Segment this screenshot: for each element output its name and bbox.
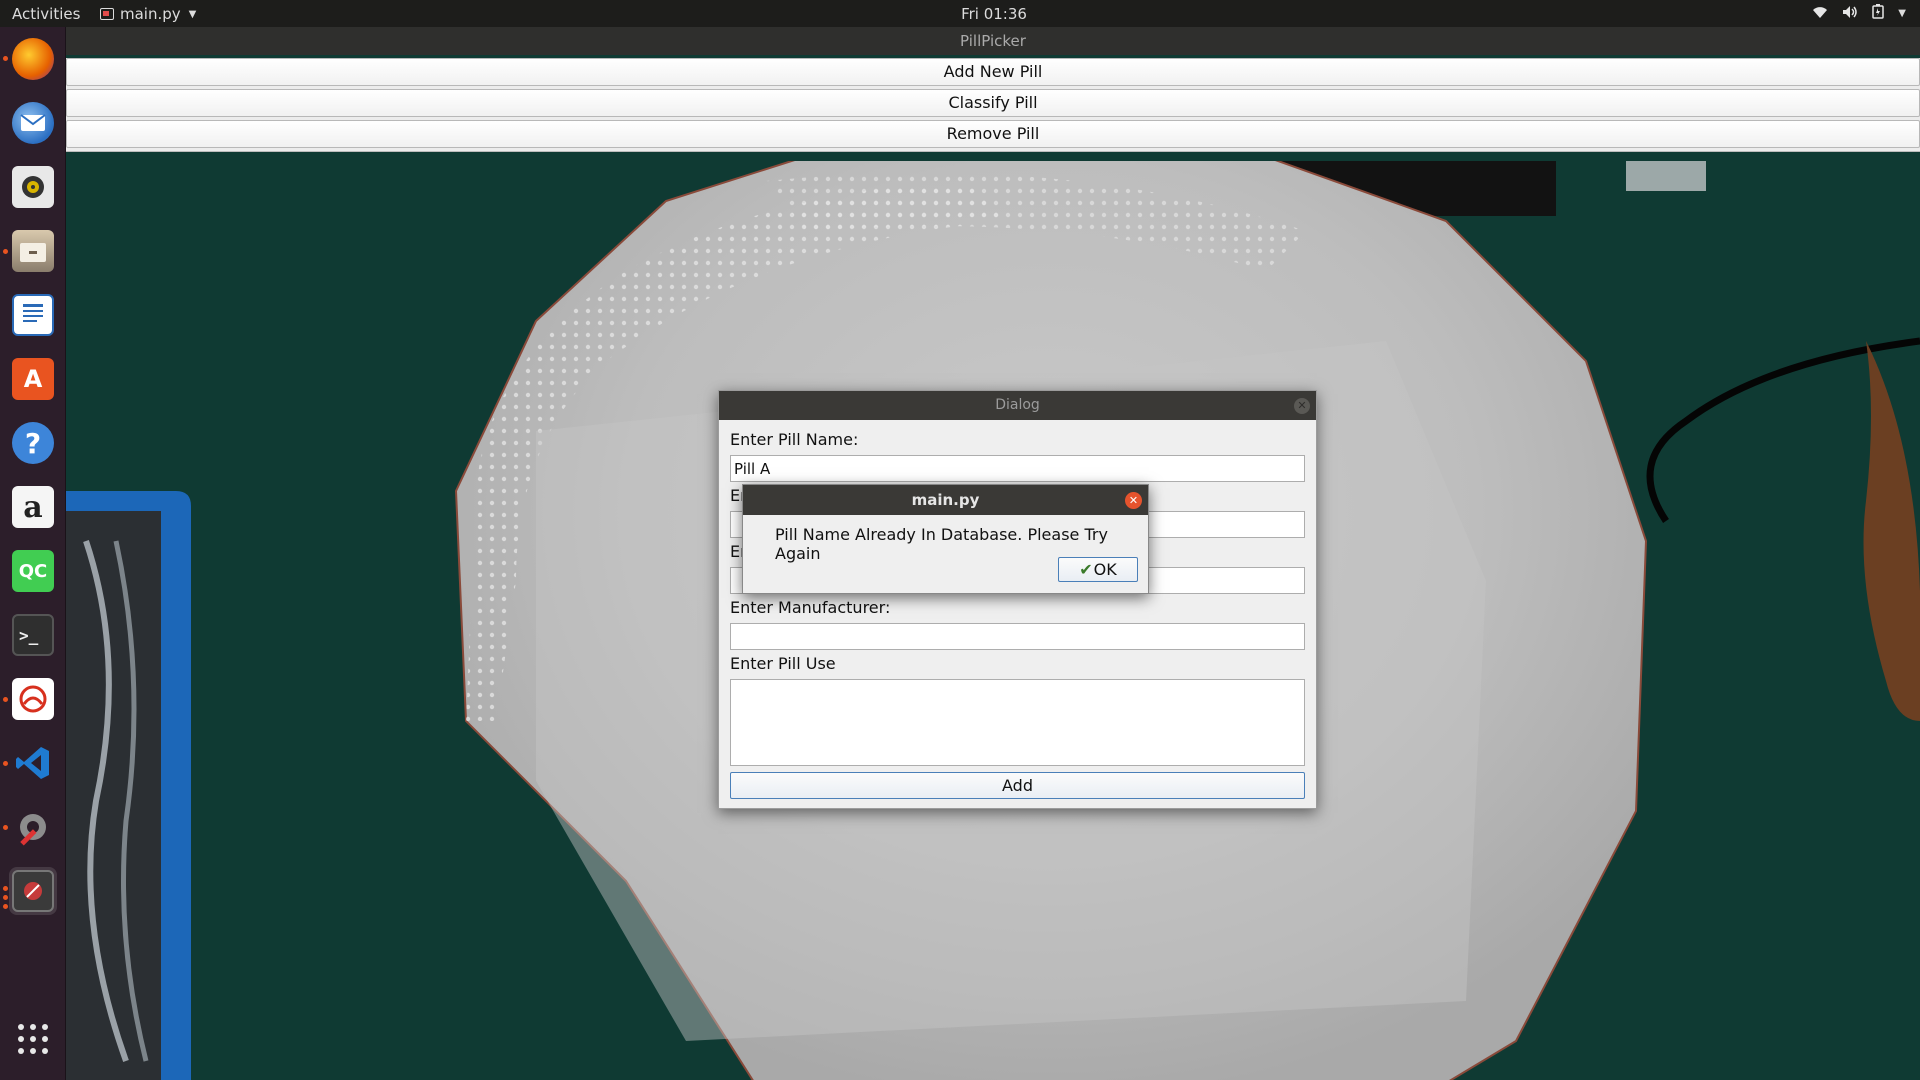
window-title: PillPicker xyxy=(66,27,1920,55)
running-indicator xyxy=(3,904,8,909)
wifi-icon xyxy=(1812,5,1828,23)
running-indicator xyxy=(3,825,8,830)
files-icon xyxy=(12,230,54,272)
dock-item-firefox[interactable] xyxy=(9,35,57,83)
amazon-icon: a xyxy=(12,486,54,528)
message-box-title-bar: main.py ✕ xyxy=(743,485,1148,515)
document-viewer-icon xyxy=(12,678,54,720)
running-indicator xyxy=(3,56,8,61)
activities-button[interactable]: Activities xyxy=(12,5,80,23)
clock[interactable]: Fri 01:36 xyxy=(0,5,1920,23)
add-pill-dialog: Dialog ✕ Enter Pill Name: En En Enter Ma… xyxy=(718,390,1317,809)
dock: A ? a QC >_ xyxy=(0,27,66,1080)
manufacturer-field[interactable] xyxy=(730,623,1305,650)
close-icon[interactable]: ✕ xyxy=(1125,492,1142,509)
remove-pill-button[interactable]: Remove Pill xyxy=(66,120,1920,148)
pill-name-label: Enter Pill Name: xyxy=(730,430,859,449)
running-indicator xyxy=(3,249,8,254)
dock-item-vscode[interactable] xyxy=(9,739,57,787)
dock-item-help[interactable]: ? xyxy=(9,419,57,467)
app-window-icon xyxy=(100,8,114,20)
manufacturer-label: Enter Manufacturer: xyxy=(730,598,891,617)
app-window-icon xyxy=(12,870,54,912)
dock-item-amazon[interactable]: a xyxy=(9,483,57,531)
message-box-title: main.py xyxy=(911,491,980,509)
writer-icon xyxy=(12,294,54,336)
mail-icon xyxy=(12,102,54,144)
ok-button[interactable]: ✔OK xyxy=(1058,557,1138,582)
classify-pill-button[interactable]: Classify Pill xyxy=(66,89,1920,117)
vscode-icon xyxy=(12,742,54,784)
dock-item-rhythmbox[interactable] xyxy=(9,163,57,211)
show-applications-icon xyxy=(18,1024,48,1054)
dialog-title-bar: Dialog ✕ xyxy=(719,391,1316,420)
volume-icon xyxy=(1842,5,1858,23)
action-buttons: Add New Pill Classify Pill Remove Pill xyxy=(66,58,1920,152)
running-indicator xyxy=(3,886,8,891)
firefox-icon xyxy=(12,38,54,80)
app-menu-label: main.py xyxy=(120,5,181,23)
running-indicator xyxy=(3,761,8,766)
dialog-title: Dialog xyxy=(995,397,1040,413)
pill-name-field[interactable] xyxy=(730,455,1305,482)
chevron-down-icon: ▼ xyxy=(188,8,197,20)
help-icon: ? xyxy=(12,422,54,464)
ok-button-label: OK xyxy=(1093,560,1117,579)
pill-use-label: Enter Pill Use xyxy=(730,654,836,673)
chevron-down-icon: ▼ xyxy=(1898,8,1906,19)
dock-item-settings[interactable] xyxy=(9,803,57,851)
add-button[interactable]: Add xyxy=(730,772,1305,799)
dock-item-qtcreator[interactable]: QC xyxy=(9,547,57,595)
terminal-icon: >_ xyxy=(12,614,54,656)
speaker-icon xyxy=(12,166,54,208)
add-new-pill-button[interactable]: Add New Pill xyxy=(66,58,1920,86)
running-indicator xyxy=(3,697,8,702)
dock-item-ubuntu-software[interactable]: A xyxy=(9,355,57,403)
dock-item-thunderbird[interactable] xyxy=(9,99,57,147)
dock-item-terminal[interactable]: >_ xyxy=(9,611,57,659)
top-bar: Activities main.py ▼ Fri 01:36 ▼ xyxy=(0,0,1920,27)
software-center-icon: A xyxy=(12,358,54,400)
dock-item-files[interactable] xyxy=(9,227,57,275)
checkmark-icon: ✔ xyxy=(1079,560,1093,579)
dock-item-libreoffice-writer[interactable] xyxy=(9,291,57,339)
app-menu[interactable]: main.py ▼ xyxy=(100,5,196,23)
close-icon[interactable]: ✕ xyxy=(1294,398,1310,414)
dock-item-main-py-window[interactable] xyxy=(9,867,57,915)
battery-icon xyxy=(1872,4,1885,23)
error-message-box: main.py ✕ Pill Name Already In Database.… xyxy=(742,484,1149,594)
show-applications-button[interactable] xyxy=(9,1015,57,1063)
system-tray[interactable]: ▼ xyxy=(1812,4,1906,23)
dock-item-document-viewer[interactable] xyxy=(9,675,57,723)
pill-use-textarea[interactable] xyxy=(730,679,1305,766)
settings-icon xyxy=(12,806,54,848)
running-indicator xyxy=(3,895,8,900)
qtcreator-icon: QC xyxy=(12,550,54,592)
